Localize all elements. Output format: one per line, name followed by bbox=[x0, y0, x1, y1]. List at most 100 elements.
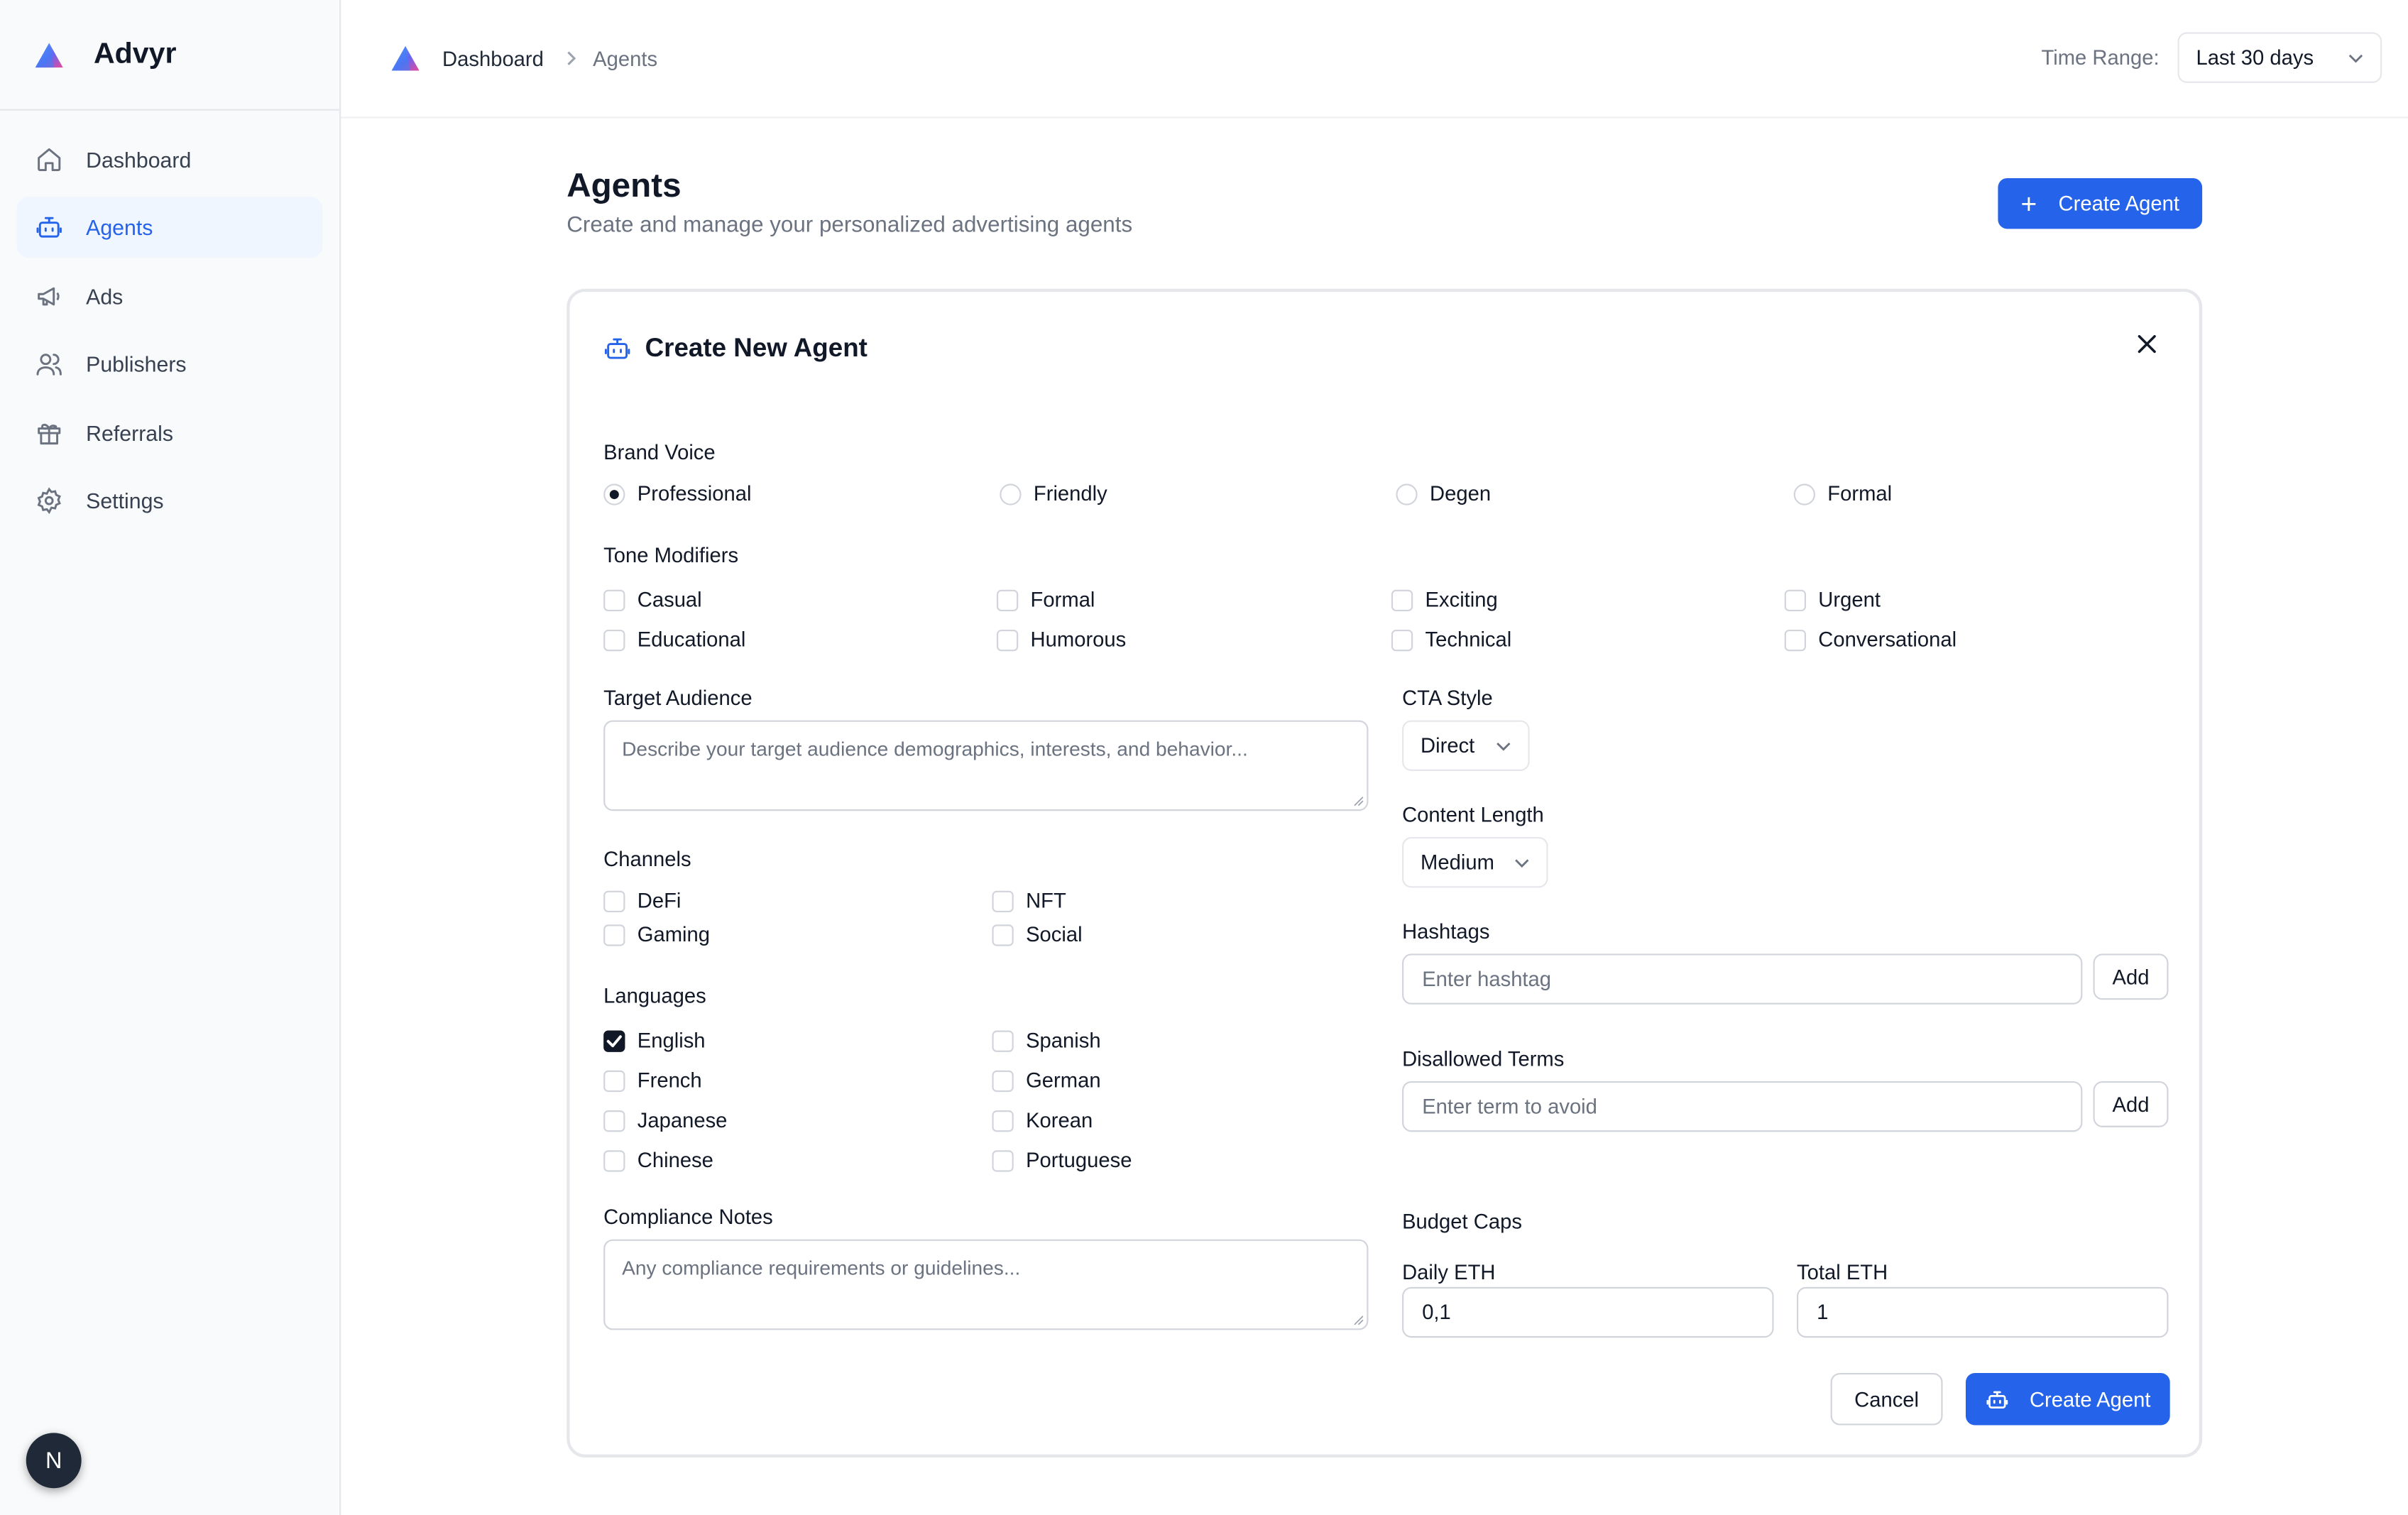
checkbox[interactable] bbox=[992, 924, 1014, 946]
close-icon[interactable] bbox=[2138, 329, 2156, 361]
sidebar-item-dashboard[interactable]: Dashboard bbox=[17, 129, 322, 191]
checkbox[interactable] bbox=[603, 1149, 625, 1171]
checkbox[interactable] bbox=[992, 1149, 1014, 1171]
channel-defi[interactable]: DeFi bbox=[603, 890, 681, 912]
checkbox[interactable] bbox=[996, 628, 1019, 651]
sidebar-item-ads[interactable]: Ads bbox=[17, 266, 322, 327]
resize-grip-icon[interactable] bbox=[1353, 1315, 1364, 1325]
sidebar-item-publishers[interactable]: Publishers bbox=[17, 334, 322, 395]
compliance-notes-label: Compliance Notes bbox=[603, 1205, 773, 1229]
hashtag-input[interactable]: Enter hashtag bbox=[1402, 953, 2083, 1005]
checkbox[interactable] bbox=[603, 589, 625, 611]
radio-button[interactable] bbox=[1000, 483, 1022, 505]
checkbox[interactable] bbox=[1784, 589, 1807, 611]
tone-formal[interactable]: Formal bbox=[996, 589, 1095, 611]
disallowed-terms-label: Disallowed Terms bbox=[1402, 1047, 1565, 1071]
brand[interactable]: Advyr bbox=[0, 0, 340, 111]
sidebar-item-label: Ads bbox=[86, 283, 124, 309]
channel-nft[interactable]: NFT bbox=[992, 890, 1066, 912]
robot-icon bbox=[603, 335, 631, 363]
create-agent-form: Create New Agent Brand Voice Professiona… bbox=[567, 288, 2203, 1457]
tone-humorous[interactable]: Humorous bbox=[996, 628, 1126, 651]
brand-voice-professional[interactable]: Professional bbox=[603, 482, 751, 505]
checkbox[interactable] bbox=[1784, 628, 1807, 651]
tone-casual[interactable]: Casual bbox=[603, 589, 702, 611]
total-eth-input[interactable]: 1 bbox=[1797, 1286, 2169, 1338]
brand-voice-friendly[interactable]: Friendly bbox=[1000, 482, 1107, 505]
channel-gaming[interactable]: Gaming bbox=[603, 923, 710, 946]
gear-icon bbox=[35, 487, 63, 515]
checkbox[interactable] bbox=[1391, 628, 1413, 651]
page-title: Agents bbox=[567, 165, 682, 204]
checkbox[interactable] bbox=[992, 890, 1014, 912]
language-german[interactable]: German bbox=[992, 1068, 1101, 1093]
checkbox[interactable] bbox=[996, 589, 1019, 611]
daily-eth-input[interactable]: 0,1 bbox=[1402, 1286, 1774, 1338]
tone-exciting[interactable]: Exciting bbox=[1391, 589, 1498, 611]
total-eth-label: Total ETH bbox=[1797, 1261, 1888, 1284]
checkbox[interactable] bbox=[1391, 589, 1413, 611]
checkbox[interactable] bbox=[992, 1069, 1014, 1092]
checkbox[interactable] bbox=[992, 1029, 1014, 1051]
language-spanish[interactable]: Spanish bbox=[992, 1029, 1101, 1052]
sidebar-item-referrals[interactable]: Referrals bbox=[17, 402, 322, 464]
sidebar-item-settings[interactable]: Settings bbox=[17, 470, 322, 532]
radio-button[interactable] bbox=[1793, 483, 1815, 505]
option-label: Casual bbox=[637, 588, 702, 611]
language-korean[interactable]: Korean bbox=[992, 1109, 1093, 1132]
sidebar-item-label: Agents bbox=[86, 215, 153, 241]
cancel-button[interactable]: Cancel bbox=[1830, 1372, 1943, 1426]
tone-educational[interactable]: Educational bbox=[603, 628, 745, 651]
language-portuguese[interactable]: Portuguese bbox=[992, 1149, 1132, 1172]
option-label: English bbox=[637, 1029, 706, 1052]
option-label: Gaming bbox=[637, 923, 711, 946]
tone-technical[interactable]: Technical bbox=[1391, 628, 1511, 651]
checkbox[interactable] bbox=[603, 1069, 625, 1092]
time-range: Time Range: Last 30 days bbox=[2041, 32, 2382, 83]
disallowed-term-placeholder: Enter term to avoid bbox=[1422, 1095, 1597, 1118]
disallowed-term-input[interactable]: Enter term to avoid bbox=[1402, 1081, 2083, 1132]
target-audience-textarea[interactable]: Describe your target audience demographi… bbox=[603, 720, 1369, 811]
brand-voice-formal[interactable]: Formal bbox=[1793, 482, 1892, 505]
megaphone-icon bbox=[35, 283, 63, 310]
tone-urgent[interactable]: Urgent bbox=[1784, 589, 1881, 611]
daily-eth-value: 0,1 bbox=[1422, 1301, 1451, 1324]
content-length-select[interactable]: Medium bbox=[1402, 836, 1548, 888]
option-label: French bbox=[637, 1068, 702, 1093]
language-japanese[interactable]: Japanese bbox=[603, 1109, 727, 1132]
radio-button[interactable] bbox=[603, 483, 625, 505]
checkbox[interactable] bbox=[603, 924, 625, 946]
resize-grip-icon[interactable] bbox=[1353, 796, 1364, 806]
checkbox-checked[interactable] bbox=[603, 1029, 625, 1051]
add-disallowed-term-button[interactable]: Add bbox=[2093, 1081, 2169, 1127]
brand-voice-degen[interactable]: Degen bbox=[1396, 482, 1491, 505]
time-range-value: Last 30 days bbox=[2196, 45, 2314, 70]
checkbox[interactable] bbox=[603, 1109, 625, 1132]
breadcrumb-dashboard[interactable]: Dashboard bbox=[442, 47, 544, 70]
language-chinese[interactable]: Chinese bbox=[603, 1149, 713, 1172]
option-label: Social bbox=[1026, 923, 1083, 946]
time-range-select[interactable]: Last 30 days bbox=[2177, 32, 2382, 83]
language-english[interactable]: English bbox=[603, 1029, 706, 1052]
checkbox[interactable] bbox=[603, 890, 625, 912]
channel-social[interactable]: Social bbox=[992, 923, 1083, 946]
add-hashtag-button[interactable]: Add bbox=[2093, 953, 2169, 1000]
submit-create-agent-button[interactable]: Create Agent bbox=[1965, 1372, 2170, 1426]
avatar[interactable]: N bbox=[26, 1433, 82, 1489]
checkbox[interactable] bbox=[992, 1109, 1014, 1132]
cta-style-select[interactable]: Direct bbox=[1402, 720, 1530, 771]
create-agent-button[interactable]: + Create Agent bbox=[1998, 177, 2203, 229]
language-french[interactable]: French bbox=[603, 1069, 702, 1092]
hashtags-label: Hashtags bbox=[1402, 919, 1490, 944]
option-label: German bbox=[1026, 1068, 1101, 1093]
sidebar-item-agents[interactable]: Agents bbox=[16, 197, 323, 259]
tone-conversational[interactable]: Conversational bbox=[1784, 628, 1957, 652]
option-label: Conversational bbox=[1818, 628, 1957, 652]
option-label: Exciting bbox=[1425, 588, 1498, 611]
checkbox[interactable] bbox=[603, 628, 625, 651]
robot-icon bbox=[1985, 1388, 2008, 1411]
compliance-notes-textarea[interactable]: Any compliance requirements or guideline… bbox=[603, 1239, 1369, 1330]
radio-button[interactable] bbox=[1396, 483, 1418, 505]
option-label: NFT bbox=[1026, 889, 1066, 912]
home-icon bbox=[35, 146, 63, 174]
